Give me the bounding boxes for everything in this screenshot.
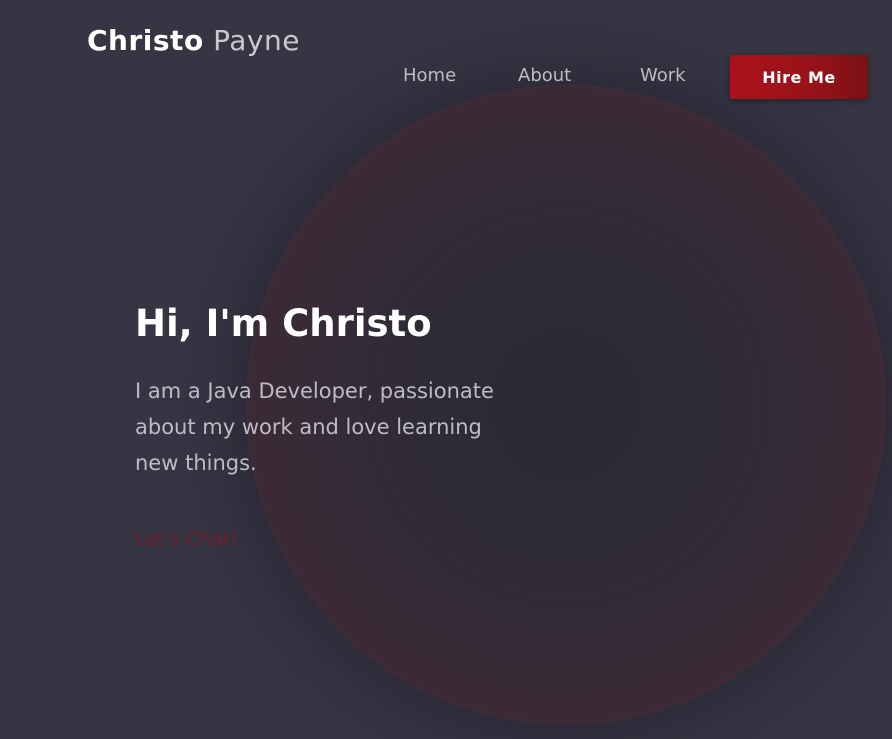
hero-description: I am a Java Developer, passionate about …: [135, 379, 494, 475]
nav-link-home[interactable]: Home: [403, 65, 456, 86]
logo-first-name: Christo: [87, 24, 204, 57]
hire-me-button[interactable]: Hire Me: [730, 55, 868, 99]
nav-link-work[interactable]: Work: [640, 65, 686, 86]
main-nav: Home About Work Hire Me: [0, 55, 892, 100]
logo-last-name: Payne: [213, 24, 300, 57]
lets-chat-link[interactable]: Let's Chat!: [135, 528, 238, 550]
hero-section: Hi, I'm Christo I am a Java Developer, p…: [135, 300, 515, 481]
hero-title: Hi, I'm Christo: [135, 302, 432, 345]
site-logo[interactable]: Christo Payne: [87, 24, 300, 57]
nav-link-about[interactable]: About: [518, 65, 571, 86]
page: Christo Payne Home About Work Hire Me Hi…: [0, 0, 892, 739]
